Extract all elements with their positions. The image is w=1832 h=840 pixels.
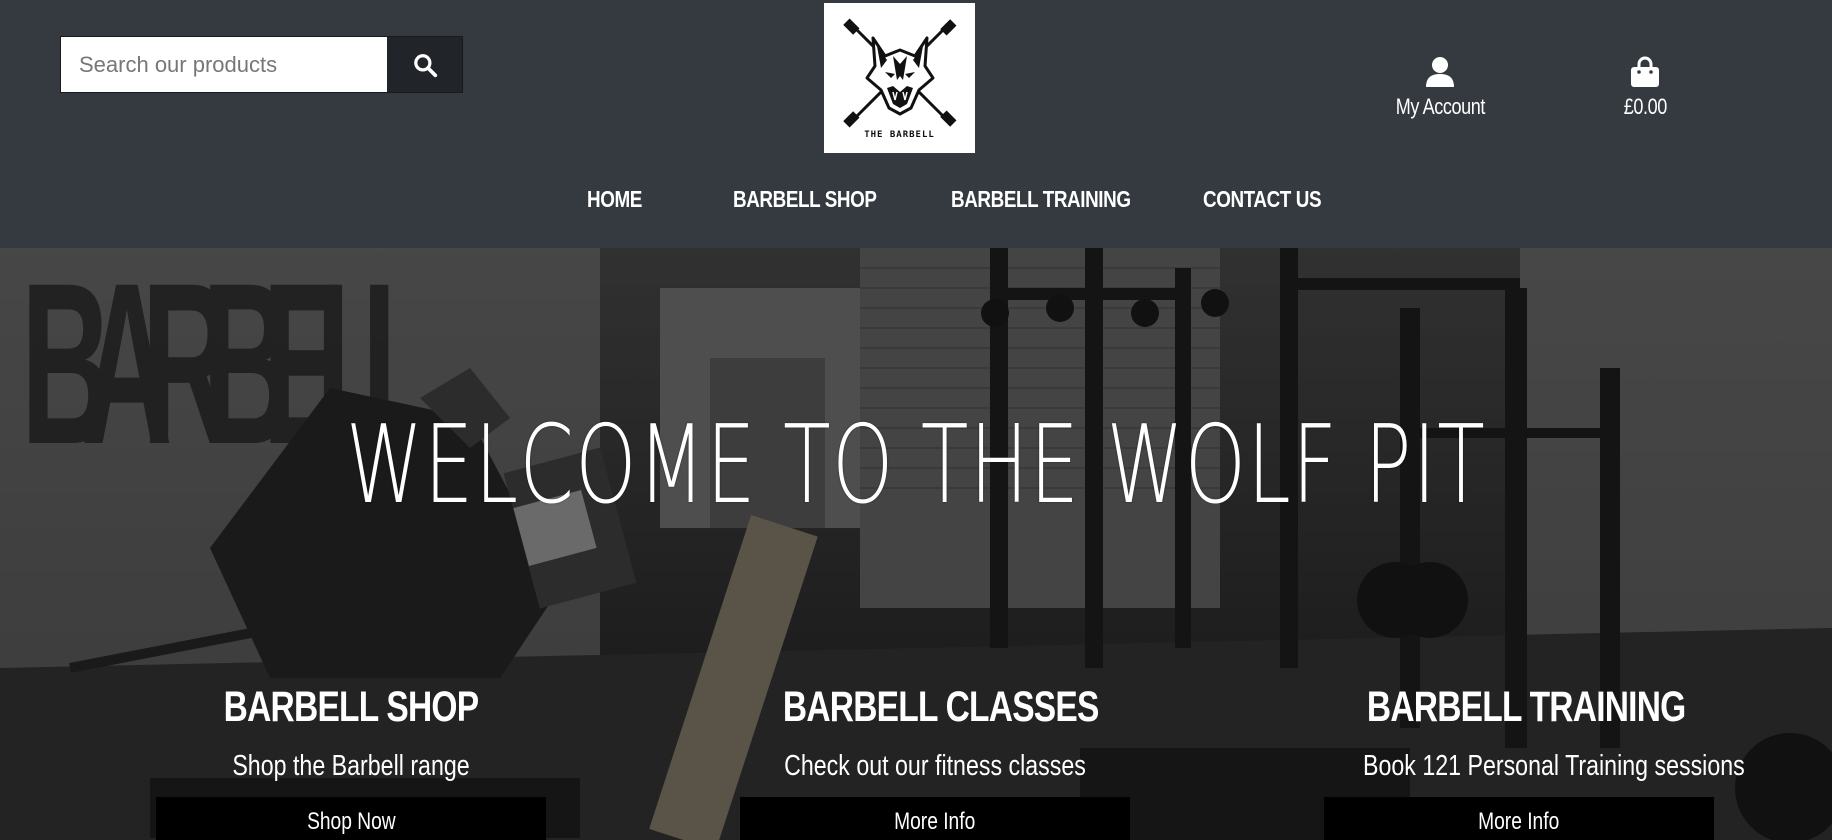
nav-item-home[interactable]: HOME	[587, 186, 642, 213]
main-nav: HOME BARBELL SHOP BARBELL TRAINING CONTA…	[0, 186, 1832, 226]
nav-item-barbell-shop[interactable]: BARBELL SHOP	[733, 186, 877, 213]
site-header: THE BARBELL My Account £0.00 HOME BARBEL…	[0, 0, 1832, 248]
feature-description: Shop the Barbell range	[232, 750, 470, 782]
feature-title: BARBELL SHOP	[223, 683, 479, 731]
search-form	[60, 36, 463, 93]
user-icon	[1426, 57, 1454, 87]
feature-description: Book 121 Personal Training sessions	[1363, 750, 1745, 782]
feature-title: BARBELL TRAINING	[1366, 683, 1686, 731]
hero-section: BARBELL WELCOME TO THE WOLF PIT BARBELL …	[0, 248, 1832, 840]
site-logo[interactable]: THE BARBELL	[824, 3, 975, 153]
shopping-bag-icon	[1631, 56, 1659, 87]
search-icon	[413, 53, 437, 77]
button-label: More Info	[894, 808, 976, 835]
training-more-info-button[interactable]: More Info	[1324, 797, 1714, 840]
nav-item-contact-us[interactable]: CONTACT US	[1203, 186, 1322, 213]
logo-text: THE BARBELL	[864, 130, 935, 140]
hero-title: WELCOME TO THE WOLF PIT	[345, 403, 1487, 528]
search-input[interactable]	[61, 37, 388, 92]
button-label: Shop Now	[306, 808, 396, 835]
shopping-cart-link[interactable]: £0.00	[1600, 56, 1690, 126]
wolf-logo-icon	[842, 18, 956, 128]
my-account-link[interactable]: My Account	[1380, 56, 1500, 126]
cart-total: £0.00	[1623, 94, 1667, 119]
button-label: More Info	[1478, 808, 1560, 835]
feature-description: Check out our fitness classes	[784, 750, 1086, 782]
feature-title: BARBELL CLASSES	[782, 683, 1099, 731]
feature-barbell-shop: BARBELL SHOP Shop the Barbell range Shop…	[156, 683, 546, 840]
feature-barbell-classes: BARBELL CLASSES Check out our fitness cl…	[740, 683, 1130, 840]
nav-item-barbell-training[interactable]: BARBELL TRAINING	[951, 186, 1131, 213]
feature-barbell-training: BARBELL TRAINING Book 121 Personal Train…	[1324, 683, 1745, 840]
shop-now-button[interactable]: Shop Now	[156, 797, 546, 840]
my-account-label: My Account	[1395, 94, 1485, 119]
search-button[interactable]	[387, 37, 462, 92]
classes-more-info-button[interactable]: More Info	[740, 797, 1130, 840]
